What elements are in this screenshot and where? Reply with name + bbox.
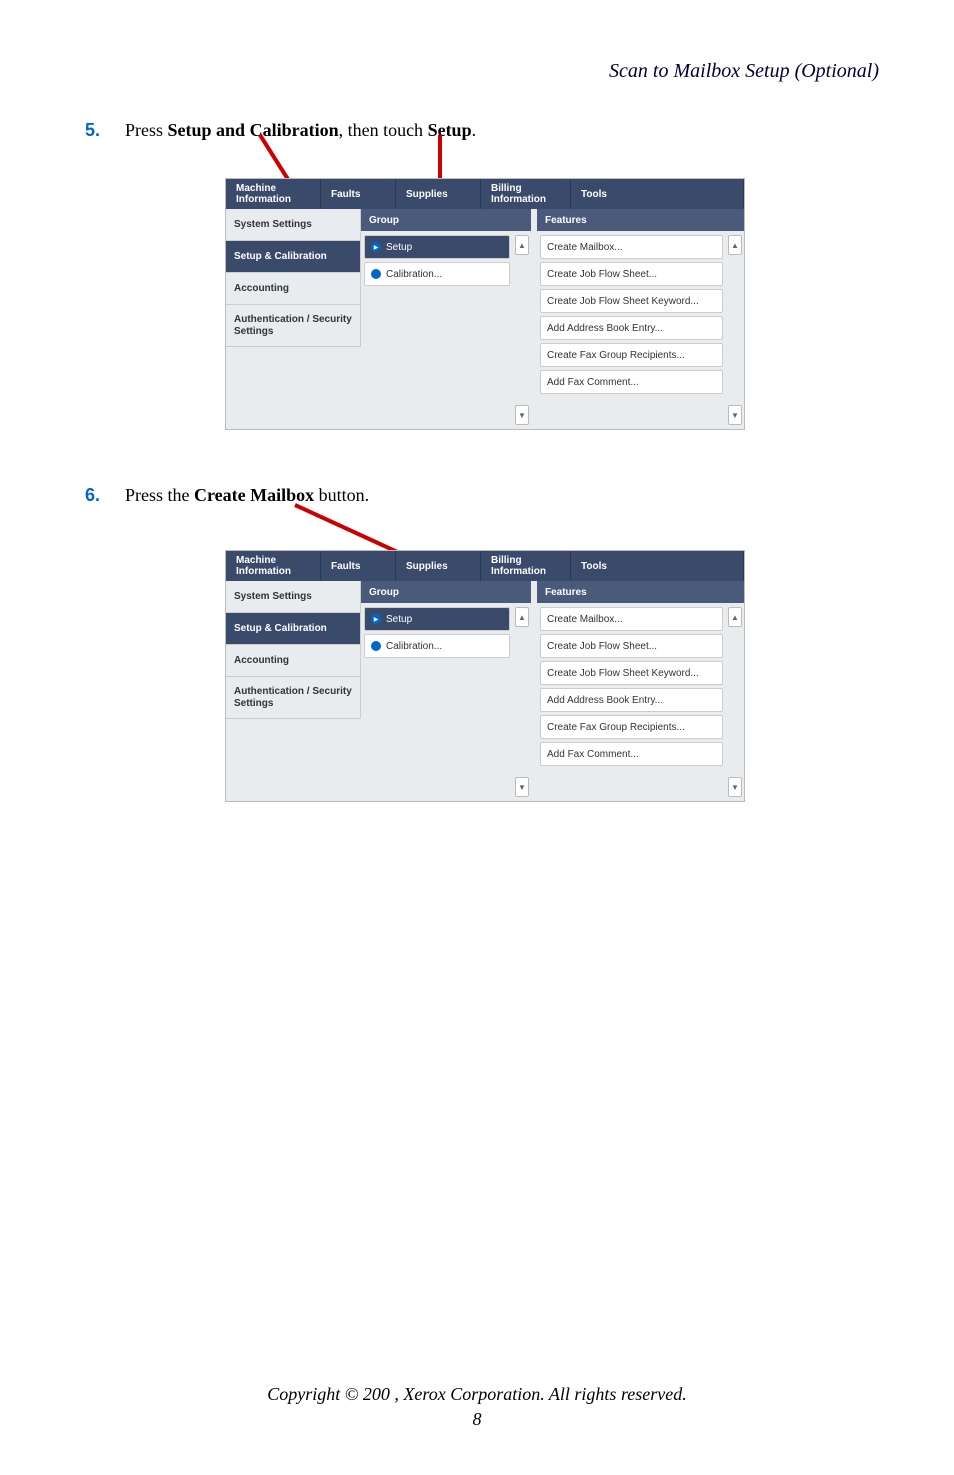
workspace-1: System Settings Setup & Calibration Acco… [226, 209, 744, 429]
scroll-up-button[interactable]: ▲ [515, 235, 529, 255]
dot-icon [371, 641, 381, 651]
scroll-down-button[interactable]: ▼ [728, 405, 742, 425]
tab-bar-2: Machine Information Faults Supplies Bill… [226, 551, 744, 581]
scroll-up-button[interactable]: ▲ [728, 607, 742, 627]
feature-create-fax-group[interactable]: Create Fax Group Recipients... [540, 343, 723, 367]
group-calibration-label: Calibration... [386, 269, 442, 280]
step-5-text: Press Setup and Calibration, then touch … [125, 120, 476, 141]
features-header: Features [537, 209, 744, 231]
step-5-pre: Press [125, 120, 168, 140]
tab-billing-info[interactable]: Billing Information [481, 551, 571, 581]
features-scrollbar-2: ▲ ▼ [726, 603, 744, 801]
feature-create-flow-sheet[interactable]: Create Job Flow Sheet... [540, 634, 723, 658]
feature-create-fax-group[interactable]: Create Fax Group Recipients... [540, 715, 723, 739]
scroll-up-button[interactable]: ▲ [728, 235, 742, 255]
dot-icon [371, 269, 381, 279]
scroll-down-button[interactable]: ▼ [728, 777, 742, 797]
tab-faults[interactable]: Faults [321, 551, 396, 581]
step-5-b2: Setup [428, 120, 472, 140]
group-setup-label: Setup [386, 614, 412, 625]
step-5-mid: , then touch [339, 120, 428, 140]
footer-copyright: Copyright © 200 , Xerox Corporation. All… [0, 1384, 954, 1405]
sidebar-accounting[interactable]: Accounting [226, 273, 361, 305]
step-5: 5. Press Setup and Calibration, then tou… [85, 120, 476, 141]
group-header: Group [361, 581, 531, 603]
group-header: Group [361, 209, 531, 231]
step-5-b1: Setup and Calibration [168, 120, 339, 140]
tab-bar-1: Machine Information Faults Supplies Bill… [226, 179, 744, 209]
tab-supplies[interactable]: Supplies [396, 551, 481, 581]
step-5-post: . [472, 120, 477, 140]
tab-tools[interactable]: Tools [571, 551, 744, 581]
scroll-up-button[interactable]: ▲ [515, 607, 529, 627]
group-item-calibration[interactable]: Calibration... [364, 262, 510, 286]
step-6-text: Press the Create Mailbox button. [125, 485, 369, 506]
page-header-title: Scan to Mailbox Setup (Optional) [609, 60, 879, 83]
feature-create-flow-keyword[interactable]: Create Job Flow Sheet Keyword... [540, 289, 723, 313]
sidebar-system-settings[interactable]: System Settings [226, 581, 361, 613]
feature-create-flow-sheet[interactable]: Create Job Flow Sheet... [540, 262, 723, 286]
step-6-number: 6. [85, 485, 100, 506]
group-calibration-label: Calibration... [386, 641, 442, 652]
step-6-b1: Create Mailbox [194, 485, 314, 505]
sidebar-accounting[interactable]: Accounting [226, 645, 361, 677]
tab-machine-info[interactable]: Machine Information [226, 551, 321, 581]
tab-billing-info[interactable]: Billing Information [481, 179, 571, 209]
group-setup-label: Setup [386, 242, 412, 253]
scroll-down-button[interactable]: ▼ [515, 777, 529, 797]
lists-1: Group Setup Calibration... ▲ ▼ Features [361, 209, 744, 429]
features-header: Features [537, 581, 744, 603]
feature-items-2: Create Mailbox... Create Job Flow Sheet.… [537, 603, 726, 801]
sidebar-auth-security[interactable]: Authentication / Security Settings [226, 677, 361, 719]
step-6: 6. Press the Create Mailbox button. [85, 485, 369, 506]
play-icon [371, 614, 381, 624]
sidebar-1: System Settings Setup & Calibration Acco… [226, 209, 361, 429]
page-number: 8 [0, 1409, 954, 1430]
sidebar-2: System Settings Setup & Calibration Acco… [226, 581, 361, 801]
group-item-setup[interactable]: Setup [364, 607, 510, 631]
group-items-2: Setup Calibration... [361, 603, 513, 801]
features-scrollbar-1: ▲ ▼ [726, 231, 744, 429]
tab-faults[interactable]: Faults [321, 179, 396, 209]
feature-create-mailbox[interactable]: Create Mailbox... [540, 235, 723, 259]
sidebar-auth-security[interactable]: Authentication / Security Settings [226, 305, 361, 347]
group-col-2: Group Setup Calibration... ▲ ▼ [361, 581, 531, 801]
tab-machine-info[interactable]: Machine Information [226, 179, 321, 209]
feature-add-address[interactable]: Add Address Book Entry... [540, 688, 723, 712]
screenshot-1: Machine Information Faults Supplies Bill… [225, 178, 745, 430]
scroll-down-button[interactable]: ▼ [515, 405, 529, 425]
feature-add-address[interactable]: Add Address Book Entry... [540, 316, 723, 340]
step-5-number: 5. [85, 120, 100, 141]
play-icon [371, 242, 381, 252]
feature-create-mailbox[interactable]: Create Mailbox... [540, 607, 723, 631]
group-scrollbar-1: ▲ ▼ [513, 231, 531, 429]
screenshot-2: Machine Information Faults Supplies Bill… [225, 550, 745, 802]
features-col-1: Features Create Mailbox... Create Job Fl… [537, 209, 744, 429]
tab-tools[interactable]: Tools [571, 179, 744, 209]
group-items-1: Setup Calibration... [361, 231, 513, 429]
step-6-pre: Press the [125, 485, 194, 505]
feature-items-1: Create Mailbox... Create Job Flow Sheet.… [537, 231, 726, 429]
group-item-setup[interactable]: Setup [364, 235, 510, 259]
feature-create-flow-keyword[interactable]: Create Job Flow Sheet Keyword... [540, 661, 723, 685]
workspace-2: System Settings Setup & Calibration Acco… [226, 581, 744, 801]
group-col-1: Group Setup Calibration... ▲ ▼ [361, 209, 531, 429]
tab-supplies[interactable]: Supplies [396, 179, 481, 209]
step-6-post: button. [314, 485, 369, 505]
lists-2: Group Setup Calibration... ▲ ▼ Features [361, 581, 744, 801]
sidebar-setup-calibration[interactable]: Setup & Calibration [226, 241, 361, 273]
feature-add-fax-comment[interactable]: Add Fax Comment... [540, 742, 723, 766]
group-item-calibration[interactable]: Calibration... [364, 634, 510, 658]
sidebar-system-settings[interactable]: System Settings [226, 209, 361, 241]
feature-add-fax-comment[interactable]: Add Fax Comment... [540, 370, 723, 394]
sidebar-setup-calibration[interactable]: Setup & Calibration [226, 613, 361, 645]
group-scrollbar-2: ▲ ▼ [513, 603, 531, 801]
features-col-2: Features Create Mailbox... Create Job Fl… [537, 581, 744, 801]
